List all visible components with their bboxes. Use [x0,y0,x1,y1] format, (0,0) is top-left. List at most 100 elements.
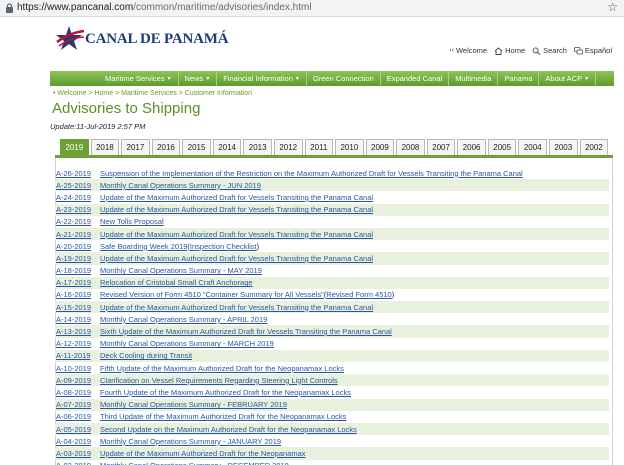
tab-year-2006[interactable]: 2006 [457,139,486,155]
tab-year-2017[interactable]: 2017 [121,139,150,155]
welcome-link[interactable]: ‹‹ Welcome [449,46,487,55]
advisory-list: A-26-2019 Suspension of the Implementatio… [55,167,609,465]
advisory-title-link[interactable]: Second Update on the Maximum Authorized … [100,425,357,434]
nav-maritime-services[interactable]: Maritime Services ▼ [50,71,179,86]
bookmark-star-icon[interactable]: ☆ [607,0,618,14]
advisory-title-link[interactable]: Monthly Canal Operations Summary - FEBRU… [100,400,287,409]
advisory-extra-link[interactable]: Inspection Checklist [190,242,257,251]
tab-year-2002[interactable]: 2002 [579,139,609,155]
advisory-id-link[interactable]: A-18-2019 [55,266,100,275]
advisory-id-link[interactable]: A-05-2019 [55,425,100,434]
advisory-title-link[interactable]: Safe Boarding Week 2019 [100,242,187,251]
advisory-title-link[interactable]: Clarification on Vessel Requirements Reg… [100,376,338,385]
advisory-title-link[interactable]: Update of the Maximum Authorized Draft f… [100,205,373,214]
tab-year-2007[interactable]: 2007 [426,139,456,155]
home-link[interactable]: Home [494,46,525,55]
advisory-id-link[interactable]: A-21-2019 [55,230,100,239]
advisory-title-link[interactable]: Deck Cooling during Transit [100,351,192,360]
breadcrumb-customer-information[interactable]: Customer Information [185,90,252,97]
advisory-id-link[interactable]: A-26-2019 [55,169,100,178]
advisory-extra-link[interactable]: Revised Form 4510 [326,290,391,299]
advisory-row: A-16-2019 Revised Version of Form 4510 "C… [55,289,609,301]
tab-year-2003[interactable]: 2003 [549,139,578,155]
advisory-title-link[interactable]: Suspension of the Implementation of the … [100,169,523,178]
advisory-title-link[interactable]: Monthly Canal Operations Summary - APRIL… [100,315,267,324]
advisory-id-link[interactable]: A-23-2019 [55,205,100,214]
advisory-id-link[interactable]: A-02-2019 [55,461,100,465]
tab-year-2018[interactable]: 2018 [90,139,120,155]
tab-year-2005[interactable]: 2005 [487,139,517,155]
advisory-title-link[interactable]: Monthly Canal Operations Summary - MAY 2… [100,266,262,275]
advisory-id-link[interactable]: A-12-2019 [55,339,100,348]
tab-year-2008[interactable]: 2008 [396,139,425,155]
advisory-id-link[interactable]: A-03-2019 [55,449,100,458]
advisory-title-link[interactable]: Update of the Maximum Authorized Draft f… [100,303,373,312]
tab-year-2016[interactable]: 2016 [151,139,181,155]
advisory-id-link[interactable]: A-10-2019 [55,364,100,373]
nav-financial-information[interactable]: Financial Information ▼ [217,71,307,86]
tab-year-2015[interactable]: 2015 [182,139,211,155]
tab-year-2014[interactable]: 2014 [212,139,242,155]
advisory-title-link[interactable]: Update of the Maximum Authorized Draft f… [100,254,373,263]
advisory-title-link[interactable]: Fifth Update of the Maximum Authorized D… [100,364,344,373]
advisory-id-link[interactable]: A-17-2019 [55,278,100,287]
advisory-row: A-02-2019Monthly Canal Operations Summar… [55,460,609,465]
espanol-link[interactable]: Español [573,46,612,55]
nav-panama[interactable]: Panama [498,71,540,86]
chevron-left-icon: ‹‹ [449,47,454,54]
advisory-title-link[interactable]: Monthly Canal Operations Summary - JUN 2… [100,181,261,190]
advisory-title-link[interactable]: Revised Version of Form 4510 "Container … [100,290,324,299]
nav-green-connection[interactable]: Green Connection [307,71,381,86]
tab-year-2010[interactable]: 2010 [335,139,364,155]
advisory-row: A-25-2019 Monthly Canal Operations Summar… [55,179,609,192]
breadcrumb-welcome[interactable]: Welcome [57,90,86,97]
advisory-title-link[interactable]: Sixth Update of the Maximum Authorized D… [100,327,392,336]
caret-down-icon: ▼ [205,76,211,82]
advisory-id-link[interactable]: A-19-2019 [55,254,100,263]
advisory-id-link[interactable]: A-13-2019 [55,327,100,336]
search-link[interactable]: Search [532,46,567,55]
nav-multimedia[interactable]: Multimedia [449,71,499,86]
advisory-row: A-17-2019 Relocation of Cristobal Small C… [55,276,609,289]
advisory-row: A-04-2019 Monthly Canal Operations Summar… [55,435,609,447]
advisory-id-link[interactable]: A-04-2019 [55,437,100,446]
advisory-title-link[interactable]: Monthly Canal Operations Summary - JANUA… [100,437,281,446]
advisory-title-link[interactable]: Update of the Maximum Authorized Draft f… [100,449,306,458]
advisory-title-link[interactable]: Update of the Maximum Authorized Draft f… [100,230,373,239]
advisory-title-link[interactable]: Monthly Canal Operations Summary - DECEM… [100,461,289,465]
advisory-id-link[interactable]: A-08-2019 [55,388,100,397]
site-container: CANAL DE PANAMÁ ‹‹ Welcome Home Search E… [50,18,614,465]
advisory-title-link[interactable]: Third Update of the Maximum Authorized D… [100,412,346,421]
tab-year-2011[interactable]: 2011 [304,139,334,155]
advisory-title-link[interactable]: Monthly Canal Operations Summary - MARCH… [100,339,274,348]
advisory-title-link[interactable]: New Tolls Proposal [100,217,164,226]
tab-year-2019[interactable]: 2019 [60,139,89,155]
advisory-id-link[interactable]: A-25-2019 [55,181,100,190]
advisory-title-link[interactable]: Relocation of Cristobal Small Craft Anch… [100,278,253,287]
advisory-id-link[interactable]: A-11-2019 [55,351,100,360]
tab-year-2013[interactable]: 2013 [243,139,272,155]
advisory-id-link[interactable]: A-06-2019 [55,412,100,421]
breadcrumb-home[interactable]: Home [94,90,113,97]
advisory-title-link[interactable]: Update of the Maximum Authorized Draft f… [100,193,373,202]
advisory-title-link[interactable]: Fourth Update of the Maximum Authorized … [100,388,351,397]
nav-news[interactable]: News ▼ [179,71,218,86]
advisory-id-link[interactable]: A-16-2019 [55,290,100,299]
logo-text[interactable]: CANAL DE PANAMÁ [85,31,229,48]
advisory-id-link[interactable]: A-20-2019 [55,242,100,251]
panama-canal-logo-icon[interactable] [55,25,85,51]
tab-year-2009[interactable]: 2009 [365,139,395,155]
advisory-id-link[interactable]: A-07-2019 [55,400,100,409]
advisory-id-link[interactable]: A-15-2019 [55,303,100,312]
advisory-id-link[interactable]: A-14-2019 [55,315,100,324]
advisory-id-link[interactable]: A-09-2019 [55,376,100,385]
nav-expanded-canal[interactable]: Expanded Canal [381,71,450,86]
breadcrumb-maritime-services[interactable]: Maritime Services [121,90,177,97]
address-url[interactable]: https://www.pancanal.com/common/maritime… [17,2,312,13]
tab-year-2012[interactable]: 2012 [273,139,303,155]
advisory-id-link[interactable]: A-22-2019 [55,217,100,226]
tab-year-2004[interactable]: 2004 [518,139,547,155]
advisory-id-link[interactable]: A-24-2019 [55,193,100,202]
browser-address-bar[interactable]: https://www.pancanal.com/common/maritime… [0,0,624,17]
nav-about-acp[interactable]: About ACP ▼ [539,71,597,86]
